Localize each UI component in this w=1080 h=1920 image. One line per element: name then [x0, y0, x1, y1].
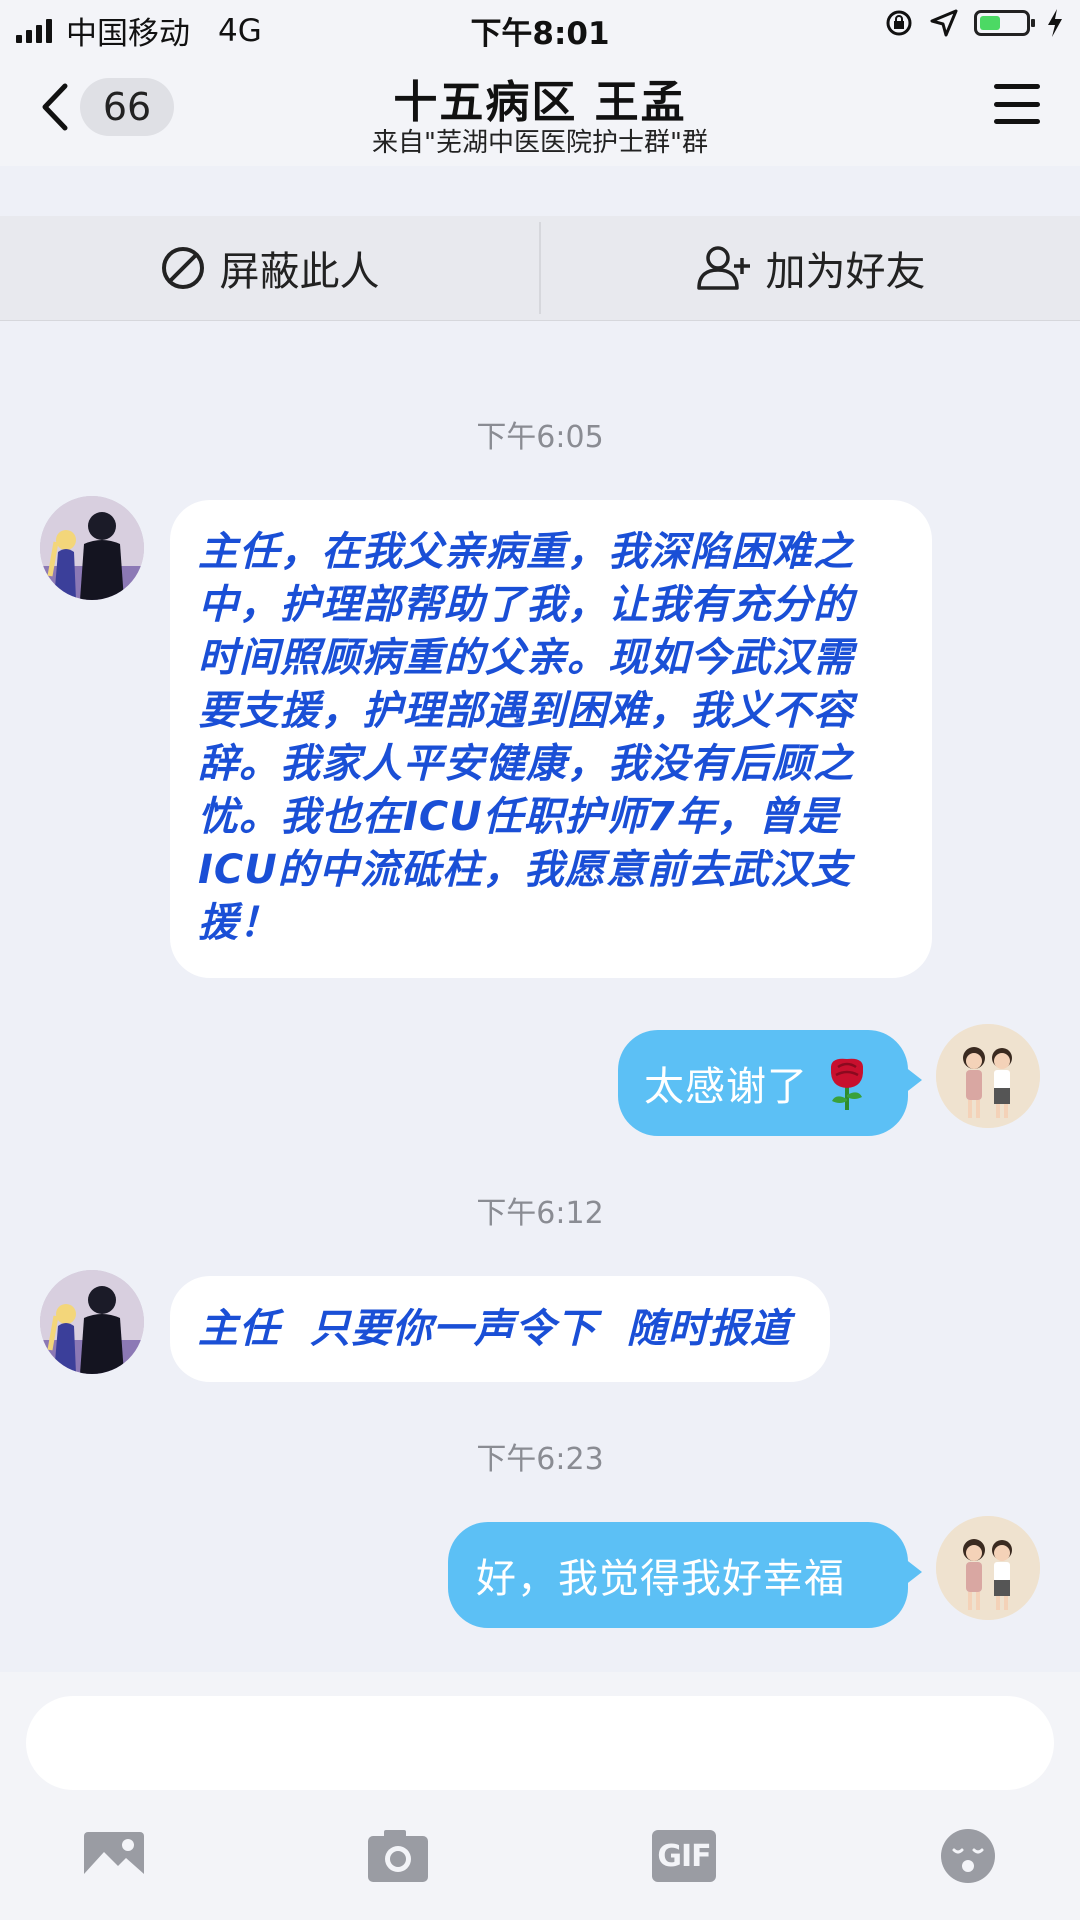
- avatar-image: [936, 1024, 1040, 1128]
- menu-line: [994, 84, 1040, 89]
- message-line: 中，护理部帮助了我，让我有充分的: [198, 582, 854, 628]
- block-icon: [161, 247, 204, 289]
- message-line: 主任，在我父亲病重，我深陷困难之: [198, 529, 854, 575]
- status-bar: 中国移动 4G 下午8:01: [0, 0, 1080, 52]
- message-line: 要支援，护理部遇到困难，我义不容: [198, 688, 854, 734]
- message-line: 时间照顾病重的父亲。现如今武汉需: [198, 635, 854, 681]
- message-text: 好，我觉得我好幸福: [476, 1556, 845, 1602]
- message-line: 辞。我家人平安健康，我没有后顾之: [198, 741, 854, 787]
- message-line: 忧。我也在ICU任职护师7年，曾是: [198, 794, 840, 840]
- message-input[interactable]: [26, 1696, 1054, 1790]
- my-avatar[interactable]: [936, 1024, 1040, 1128]
- status-right: [884, 8, 1064, 38]
- nav-bar: 66 十五病区 王孟 来自"芜湖中医医院护士群"群: [0, 52, 1080, 166]
- message-timestamp: 下午6:23: [476, 1442, 604, 1477]
- bubble-tail: [904, 1066, 922, 1094]
- incoming-message[interactable]: 主任 只要你一声令下 随时报道: [170, 1276, 830, 1382]
- battery-icon: [974, 10, 1035, 36]
- message-timestamp: 下午6:12: [476, 1196, 604, 1231]
- message-line: ICU的中流砥柱，我愿意前去武汉支: [198, 847, 852, 893]
- menu-button[interactable]: [994, 84, 1040, 124]
- rotation-lock-icon: [886, 10, 912, 36]
- rose-emoji: [830, 1058, 864, 1110]
- page-title: 十五病区 王孟: [393, 77, 687, 128]
- location-icon: [930, 9, 958, 37]
- add-friend-icon: [696, 246, 750, 290]
- contact-avatar[interactable]: [40, 1270, 144, 1374]
- input-area: GIF: [0, 1672, 1080, 1920]
- block-user-button[interactable]: 屏蔽此人: [0, 216, 539, 320]
- page-subtitle: 来自"芜湖中医医院护士群"群: [372, 128, 708, 158]
- outgoing-message[interactable]: 好，我觉得我好幸福: [448, 1522, 922, 1628]
- avatar-image: [40, 1270, 144, 1374]
- incoming-message[interactable]: 主任，在我父亲病重，我深陷困难之 中，护理部帮助了我，让我有充分的 时间照顾病重…: [170, 500, 932, 978]
- block-label: 屏蔽此人: [219, 249, 380, 295]
- camera-icon[interactable]: [366, 1828, 430, 1884]
- add-friend-label: 加为好友: [765, 249, 926, 295]
- menu-line: [994, 101, 1040, 107]
- avatar-image: [936, 1516, 1040, 1620]
- message-line: 援！: [198, 900, 280, 946]
- my-avatar[interactable]: [936, 1516, 1040, 1620]
- charging-icon: [1048, 9, 1062, 37]
- image-icon[interactable]: [82, 1828, 146, 1884]
- message-text: 主任 只要你一声令下 随时报道: [198, 1305, 791, 1352]
- battery-fill: [980, 16, 1000, 30]
- message-timestamp: 下午6:05: [476, 420, 604, 455]
- contact-avatar[interactable]: [40, 496, 144, 600]
- bubble-tail: [904, 1558, 922, 1586]
- gif-icon[interactable]: GIF: [652, 1830, 716, 1882]
- emoji-icon[interactable]: [940, 1828, 996, 1884]
- gif-label: GIF: [657, 1838, 711, 1874]
- add-friend-button[interactable]: 加为好友: [541, 216, 1080, 320]
- message-text: 太感谢了: [644, 1064, 808, 1110]
- menu-line: [994, 119, 1040, 124]
- action-bar: 屏蔽此人 加为好友: [0, 216, 1080, 321]
- avatar-image: [40, 496, 144, 600]
- outgoing-message[interactable]: 太感谢了: [618, 1030, 922, 1136]
